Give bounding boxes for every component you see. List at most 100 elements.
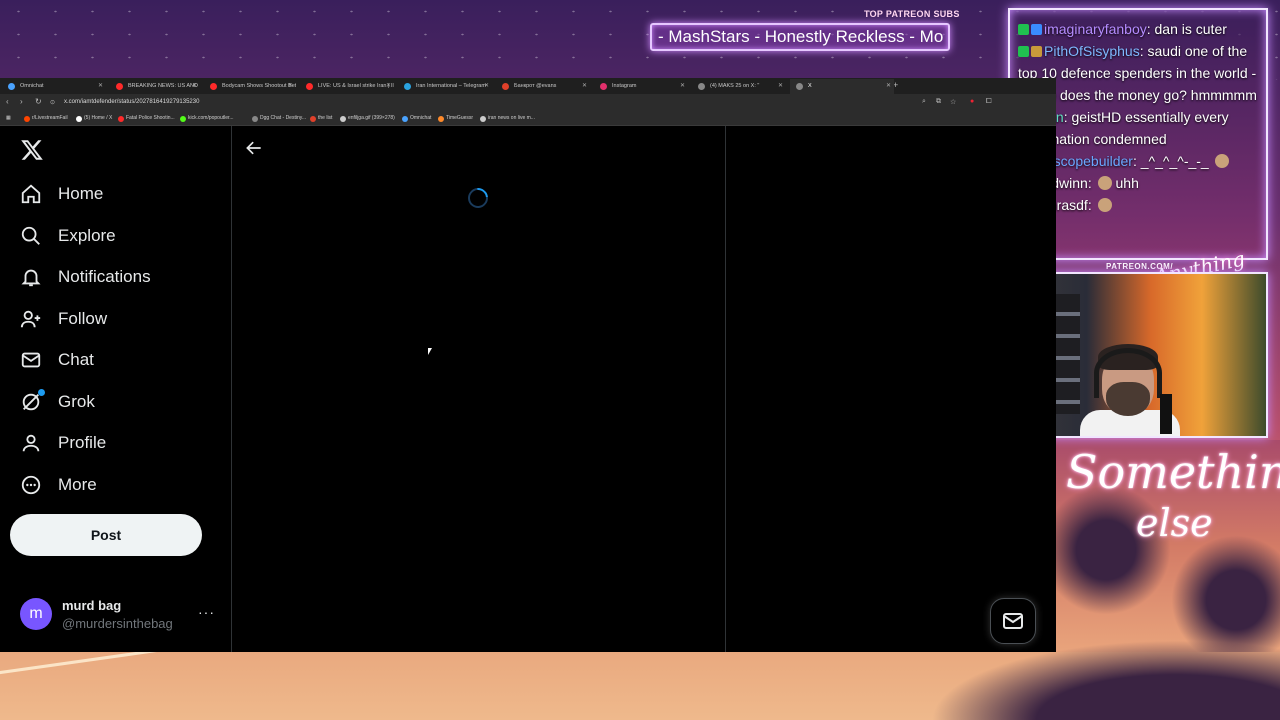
- chat-badge-icon: [1031, 46, 1042, 57]
- nav-item-more[interactable]: More: [20, 469, 97, 501]
- bookmark-label: r/LivestreamFail: [32, 115, 68, 121]
- bookmark-label: kick.com/popoutler...: [188, 115, 234, 121]
- bookmark-item[interactable]: (5) Home / X: [76, 115, 113, 122]
- account-switcher[interactable]: m murd bag @murdersinthebag ···: [20, 598, 216, 632]
- tab-label: Instagram: [612, 83, 637, 89]
- overlay-signature: Something else: [1066, 445, 1280, 555]
- bookmark-star-icon[interactable]: ☆: [950, 98, 958, 106]
- tab-label: X: [808, 83, 812, 89]
- chat-text: : _^_^_^-_-_: [1132, 153, 1213, 169]
- bookmark-favicon-icon: [310, 116, 316, 122]
- extensions-puzzle-icon[interactable]: ⧠: [986, 98, 994, 106]
- zoom-icon[interactable]: ⌕: [922, 98, 930, 106]
- back-arrow-icon[interactable]: [244, 138, 264, 158]
- bookmark-item[interactable]: kick.com/popoutler...: [180, 115, 234, 122]
- patreon-ticker: - MashStars - Honestly Reckless - Mo: [650, 23, 950, 51]
- tab-favicon-icon: [404, 83, 411, 90]
- more-dots-icon[interactable]: ···: [198, 604, 215, 620]
- tab-label: Iran International – Telegram: [416, 83, 486, 89]
- browser-tab[interactable]: Instagram ✕: [594, 79, 688, 94]
- nav-item-notifications[interactable]: Notifications: [20, 261, 151, 293]
- bookmark-item[interactable]: r/LivestreamFail: [24, 115, 68, 122]
- chat-text: :: [1087, 175, 1096, 191]
- bookmark-item[interactable]: the list: [310, 115, 333, 122]
- extension-icon[interactable]: ●: [970, 98, 978, 106]
- tab-favicon-icon: [116, 83, 123, 90]
- webcam-headset: [1094, 348, 1162, 398]
- nav-item-label: Notifications: [58, 267, 151, 286]
- bookmark-item[interactable]: iran news on live m...: [480, 115, 535, 122]
- tab-favicon-icon: [306, 83, 313, 90]
- apps-grid-icon[interactable]: ▦: [6, 115, 11, 121]
- bookmark-label: Omnichat: [410, 115, 432, 121]
- messages-fab-button[interactable]: [990, 598, 1036, 644]
- post-button[interactable]: Post: [10, 514, 202, 556]
- tab-label: (4) MAKS 25 on X: ": [710, 83, 760, 89]
- address-bar[interactable]: x.com/iamtdefender/status/20278164192791…: [64, 99, 199, 105]
- chat-username: imaginaryfanboy: [1044, 21, 1147, 37]
- site-info-icon[interactable]: ⊙: [50, 99, 55, 106]
- bookmark-item[interactable]: enfiljga.gif (399×278): [340, 115, 395, 122]
- nav-item-profile[interactable]: Profile: [20, 427, 106, 459]
- bookmark-item[interactable]: Dgg Chat - Destiny...: [252, 115, 306, 122]
- bookmark-favicon-icon: [76, 116, 82, 122]
- tab-favicon-icon: [698, 83, 705, 90]
- close-tab-icon[interactable]: ✕: [288, 82, 293, 89]
- tab-favicon-icon: [210, 83, 217, 90]
- tab-label: BREAKING NEWS: US AND ISR: [128, 83, 200, 89]
- nav-item-home[interactable]: Home: [20, 178, 103, 210]
- avatar[interactable]: m: [20, 598, 52, 630]
- home-icon: [21, 184, 41, 204]
- forward-nav-icon[interactable]: ›: [20, 97, 23, 106]
- chat-badge-icon: [1018, 46, 1029, 57]
- close-tab-icon[interactable]: ✕: [680, 82, 685, 89]
- browser-tab[interactable]: Iran International – Telegram ✕: [398, 79, 492, 94]
- browser-tab[interactable]: Банкрот @evans ✕: [496, 79, 590, 94]
- x-logo-icon[interactable]: [20, 138, 44, 162]
- close-tab-icon[interactable]: ✕: [886, 82, 891, 89]
- reload-icon[interactable]: ↻: [35, 97, 42, 106]
- browser-tab[interactable]: Omnichat ✕: [2, 79, 106, 94]
- bookmark-item[interactable]: Omnichat: [402, 115, 432, 122]
- account-handle: @murdersinthebag: [62, 616, 173, 631]
- nav-item-grok[interactable]: Grok: [20, 386, 95, 418]
- toolbar: ‹ › ↻ ⊙ x.com/iamtdefender/status/202781…: [0, 94, 1056, 112]
- close-tab-icon[interactable]: ✕: [98, 82, 103, 89]
- bookmark-favicon-icon: [24, 116, 30, 122]
- search-icon: [21, 226, 40, 245]
- bell-icon: [21, 269, 41, 287]
- bookmark-favicon-icon: [252, 116, 258, 122]
- nav-item-label: Follow: [58, 309, 108, 328]
- browser-tab[interactable]: LIVE: US & Israel strike Iran | Il ✕: [300, 79, 394, 94]
- bookmark-label: the list: [318, 115, 333, 121]
- nav-item-label: Grok: [58, 392, 95, 411]
- nav-item-follow[interactable]: Follow: [20, 303, 107, 335]
- loading-spinner-icon: [463, 183, 493, 213]
- browser-window: + Omnichat✕BREAKING NEWS: US AND ISR✕Bod…: [0, 78, 1056, 652]
- chat-emote-icon: [1097, 176, 1112, 190]
- tab-favicon-icon: [796, 83, 803, 90]
- browser-tab[interactable]: Bodycam Shows Shootout Betw ✕: [204, 79, 296, 94]
- close-tab-icon[interactable]: ✕: [778, 82, 783, 89]
- chat-text: uhh: [1111, 175, 1139, 191]
- bookmark-favicon-icon: [402, 116, 408, 122]
- browser-tab[interactable]: X ✕: [790, 79, 894, 94]
- bookmark-item[interactable]: TimeGuessr: [438, 115, 474, 122]
- bookmark-label: TimeGuessr: [446, 115, 474, 121]
- nav-item-explore[interactable]: Explore: [20, 220, 116, 252]
- close-tab-icon[interactable]: ✕: [484, 82, 489, 89]
- x-app: Home Explore Notifications Follow Chat Grok Pr…: [0, 126, 1056, 652]
- close-tab-icon[interactable]: ✕: [192, 82, 197, 89]
- nav-item-label: Explore: [58, 226, 116, 245]
- browser-tab[interactable]: BREAKING NEWS: US AND ISR✕: [110, 79, 200, 94]
- install-icon[interactable]: ⧉: [936, 98, 944, 106]
- browser-tab[interactable]: (4) MAKS 25 on X: " ✕: [692, 79, 786, 94]
- account-name: murd bag: [62, 598, 122, 613]
- close-tab-icon[interactable]: ✕: [386, 82, 391, 89]
- back-nav-icon[interactable]: ‹: [6, 97, 9, 106]
- bookmark-favicon-icon: [480, 116, 486, 122]
- bookmark-label: (5) Home / X: [84, 115, 113, 121]
- nav-item-chat[interactable]: Chat: [20, 344, 94, 376]
- close-tab-icon[interactable]: ✕: [582, 82, 587, 89]
- bookmark-item[interactable]: Fatal Police Shootin...: [118, 115, 175, 122]
